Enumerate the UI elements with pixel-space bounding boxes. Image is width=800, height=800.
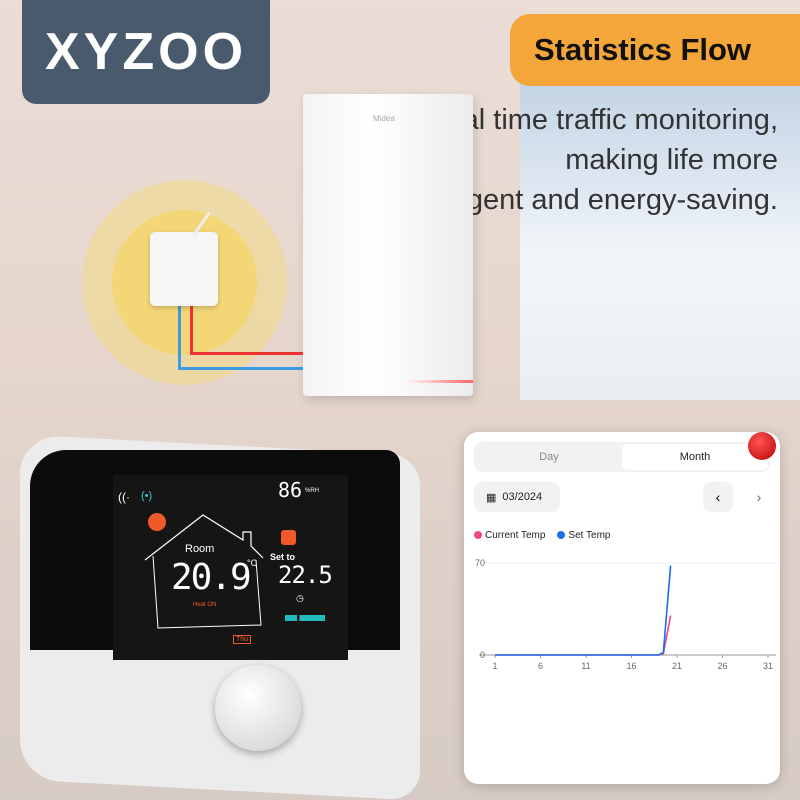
day-label: Thu: [233, 635, 252, 644]
next-month-button[interactable]: ›: [748, 482, 770, 512]
legend-dot: [557, 531, 566, 539]
legend-label: Set Temp: [568, 530, 611, 541]
x-tick-label: 11: [581, 661, 590, 671]
x-tick-label: 6: [538, 661, 543, 671]
x-tick-label: 31: [763, 661, 773, 671]
y-tick-label: 0: [480, 650, 485, 660]
home-icon: [281, 530, 296, 545]
prev-month-button[interactable]: ‹: [703, 482, 733, 512]
period-tabs: Day Month: [474, 442, 770, 472]
red-pipe: [190, 305, 193, 355]
humidity-unit: %RH: [305, 488, 320, 494]
set-temp: 22.5: [278, 561, 333, 589]
humidity-value: 86: [278, 478, 303, 502]
blue-pipe: [178, 367, 303, 370]
x-tick-label: 16: [626, 661, 636, 671]
banner-title: Statistics Flow: [510, 14, 800, 86]
room-temp: 20.9: [171, 557, 252, 598]
calendar-icon: ▦: [486, 491, 497, 504]
date-picker-button[interactable]: ▦ 03/2024: [474, 482, 560, 512]
level-bars: [285, 615, 325, 621]
legend-label: Current Temp: [485, 530, 546, 541]
boiler-brand: Midea: [373, 114, 395, 123]
legend-dot: [474, 531, 482, 539]
chevron-right-icon: ›: [756, 489, 762, 505]
tab-month[interactable]: Month: [622, 444, 768, 470]
legend-current: Current Temp: [474, 530, 545, 541]
thermostat-lcd: ((· (•) 86 %RH Room 20.9 °C Heat ON Set …: [113, 475, 348, 660]
blue-pipe: [178, 305, 181, 370]
x-tick-label: 1: [492, 661, 497, 671]
boiler-light: [403, 380, 473, 383]
chart-legend: Current Temp Set Temp: [474, 530, 610, 541]
boiler: Midea: [303, 94, 473, 396]
control-knob[interactable]: [215, 665, 301, 751]
push-pin: [748, 432, 776, 460]
room-unit: °C: [247, 558, 258, 568]
date-value: 03/2024: [502, 491, 543, 503]
window-snow-view: [520, 40, 800, 400]
legend-set: Set Temp: [557, 530, 610, 541]
app-card: Day Month ▦ 03/2024 ‹ › Current Temp Set…: [464, 432, 780, 784]
clock-icon: ◷: [296, 593, 304, 603]
series-line-set-temp: [495, 565, 672, 656]
tab-day[interactable]: Day: [476, 444, 622, 470]
y-tick-label: 70: [475, 558, 485, 568]
red-pipe: [190, 352, 303, 355]
x-tick-label: 21: [672, 661, 682, 671]
signal-icon: (•): [141, 490, 153, 502]
chevron-left-icon: ‹: [715, 489, 721, 505]
temp-chart: 1 6 11 16 21 26 31070: [475, 558, 776, 671]
x-tick-label: 26: [717, 661, 727, 671]
series-line-current-temp: [495, 615, 672, 656]
heat-status: Heat ON: [193, 602, 217, 608]
brand-logo: XYZOO: [22, 0, 270, 104]
wifi-icon: ((·: [118, 490, 130, 504]
wifi-router: [150, 211, 218, 306]
room-label: Room: [185, 543, 215, 555]
